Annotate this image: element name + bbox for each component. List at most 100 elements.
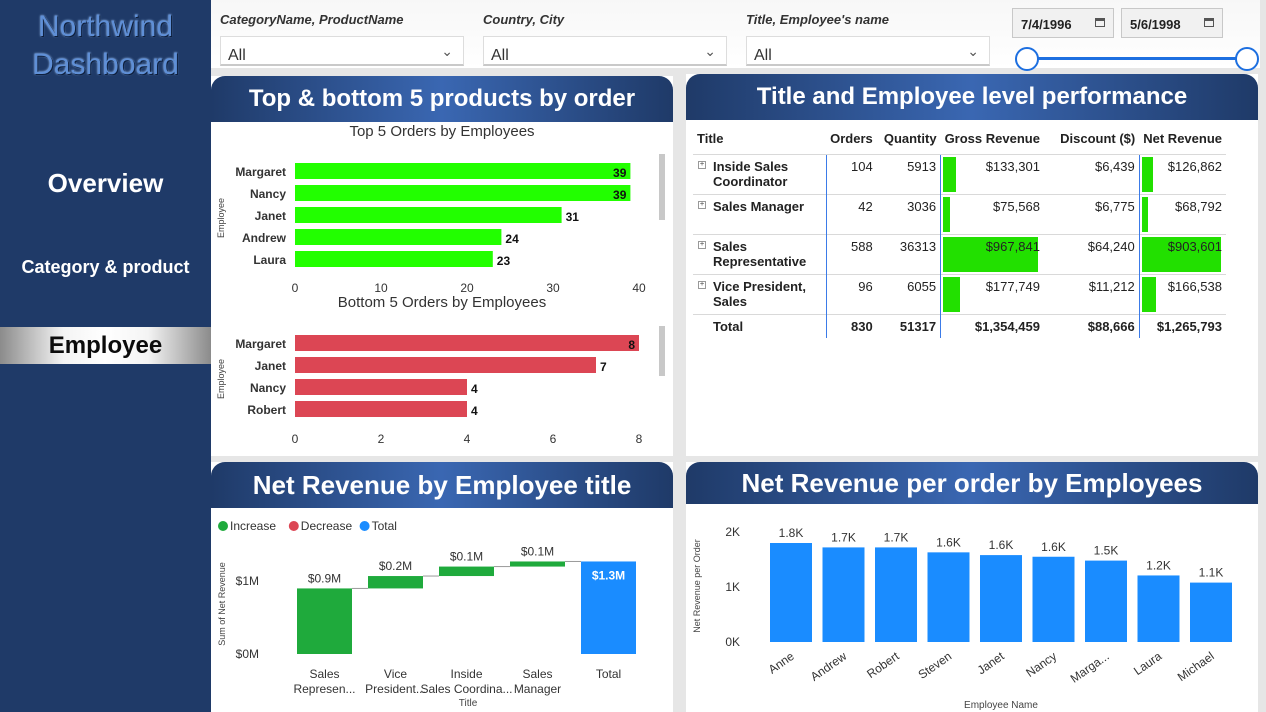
expand-icon[interactable]: + (698, 200, 706, 209)
discount-cell: $11,212 (1043, 273, 1140, 314)
axis-label: Employee Name (964, 700, 1038, 711)
date-slider-track[interactable] (1027, 57, 1247, 60)
tick-label: 10 (374, 281, 388, 294)
calendar-icon[interactable] (1095, 18, 1105, 27)
tick-label: 2 (378, 432, 385, 446)
legend-label: Decrease (301, 519, 353, 533)
category-label: Michael (1175, 649, 1217, 684)
tick-label: 40 (632, 281, 646, 294)
column-header[interactable]: Net Revenue (1139, 124, 1226, 154)
cell-value: $75,568 (992, 198, 1040, 214)
table-row[interactable]: + Vice President, Sales 96 6055 $177,749 $11,… (693, 273, 1226, 314)
data-label: 1.6K (936, 535, 961, 549)
dashboard-title: Northwind Dashboard (0, 8, 211, 84)
top5-chart-title: Top 5 Orders by Employees (349, 123, 535, 140)
bar (1190, 582, 1232, 642)
data-label: 7 (600, 360, 607, 374)
column-header[interactable]: Discount ($) (1044, 124, 1139, 154)
tick-label: 0 (292, 281, 299, 294)
data-label: 1.5K (1094, 544, 1119, 558)
cell-value: $68,792 (1175, 198, 1222, 214)
nav-overview[interactable]: Overview (0, 168, 211, 199)
slicer-title: CategoryName, ProductName (220, 12, 404, 27)
tick-label: 0 (292, 432, 299, 446)
bar (295, 163, 631, 179)
cell-value: $133,301 (985, 158, 1040, 174)
tick-label: 8 (636, 432, 643, 446)
category-label: Andrew (808, 649, 850, 684)
slicer-dropdown[interactable]: All ⌄ (220, 36, 464, 66)
nav-category-product[interactable]: Category & product (0, 257, 211, 278)
expand-icon[interactable]: + (698, 240, 706, 249)
category-label: Nancy (1023, 649, 1059, 680)
category-label: Nancy (250, 381, 286, 395)
chevron-down-icon: ⌄ (441, 43, 453, 59)
expand-icon[interactable]: + (698, 160, 706, 169)
category-label: Janet (255, 209, 286, 223)
per-order-bar-chart: 0K 1K 2K Net Revenue per Order 1.8K Anne 1.7K A… (692, 525, 1232, 711)
category-label: Janet (255, 359, 286, 373)
row-title: Vice President, Sales (713, 278, 806, 309)
slicer-value: All (754, 47, 772, 64)
discount-cell: $6,775 (1043, 193, 1140, 234)
scrollbar[interactable] (659, 154, 665, 220)
quantity-cell: 3036 (876, 193, 941, 234)
data-label: $0.9M (308, 571, 341, 585)
data-label: $0.1M (450, 550, 483, 564)
column-header[interactable]: Gross Revenue (941, 124, 1044, 154)
title-cell: + Sales Manager (693, 193, 827, 234)
bar (1032, 556, 1075, 642)
bar (770, 543, 812, 642)
gross-revenue-cell: $177,749 (940, 273, 1044, 314)
slicer-title: Country, City (483, 12, 565, 27)
bar (295, 207, 562, 223)
axis-label: Employee (216, 359, 226, 399)
chevron-down-icon: ⌄ (967, 43, 979, 59)
cell-value: $177,749 (985, 278, 1040, 294)
tick-label: 20 (460, 281, 474, 294)
category-label: Sales (309, 667, 339, 681)
bar (875, 547, 917, 642)
data-label: 31 (566, 210, 580, 224)
date-end-input[interactable]: 5/6/1998 (1121, 8, 1223, 38)
column-header[interactable]: Quantity (877, 124, 941, 154)
legend-label: Total (372, 519, 397, 533)
net-revenue-cell: $903,601 (1138, 233, 1226, 274)
category-label: Laura (253, 253, 286, 267)
scrollbar[interactable] (659, 326, 665, 376)
slicer-dropdown[interactable]: All ⌄ (483, 36, 727, 66)
data-label: 39 (613, 188, 627, 202)
discount-cell: $64,240 (1043, 233, 1140, 274)
net-revenue-cell: $166,538 (1138, 273, 1226, 314)
category-label: Total (596, 667, 621, 681)
table-row[interactable]: + Inside Sales Coordinator 104 5913 $133,301… (693, 153, 1226, 194)
date-slider-end-handle[interactable] (1235, 47, 1259, 71)
slicer-dropdown[interactable]: All ⌄ (746, 36, 990, 66)
calendar-icon[interactable] (1204, 18, 1214, 27)
data-label: 1.2K (1146, 558, 1171, 572)
legend-label: Increase (230, 519, 276, 533)
column-header[interactable]: Title (693, 124, 826, 154)
expand-icon[interactable]: + (698, 280, 706, 289)
date-slider-start-handle[interactable] (1015, 47, 1039, 71)
waterfall-chart: Increase Decrease Total $0M $1M Sum of Net Re… (217, 519, 636, 709)
bar (927, 552, 970, 642)
date-start-input[interactable]: 7/4/1996 (1012, 8, 1114, 38)
data-label: $0.2M (379, 559, 412, 573)
chevron-down-icon: ⌄ (704, 43, 716, 59)
column-header[interactable]: Orders (826, 124, 877, 154)
data-bar (943, 276, 961, 312)
data-label: $1.3M (592, 568, 625, 582)
bar (295, 185, 631, 201)
table-row[interactable]: + Sales Representative 588 36313 $967,841 $64… (693, 233, 1226, 274)
performance-table: Title Orders Quantity Gross Revenue Disc… (693, 124, 1226, 338)
bar (295, 357, 596, 373)
title-cell: + Inside Sales Coordinator (693, 153, 827, 194)
title-cell: + Vice President, Sales (693, 273, 827, 314)
table-row[interactable]: + Sales Manager 42 3036 $75,568 $6,775 $68,792 (693, 193, 1226, 234)
tick-label: 4 (464, 432, 471, 446)
slicer-country-city: Country, City All ⌄ (483, 12, 727, 66)
tick-label: 1K (725, 580, 740, 594)
nav-employee[interactable]: Employee (0, 327, 211, 364)
orders-cell: 830 (825, 313, 877, 338)
